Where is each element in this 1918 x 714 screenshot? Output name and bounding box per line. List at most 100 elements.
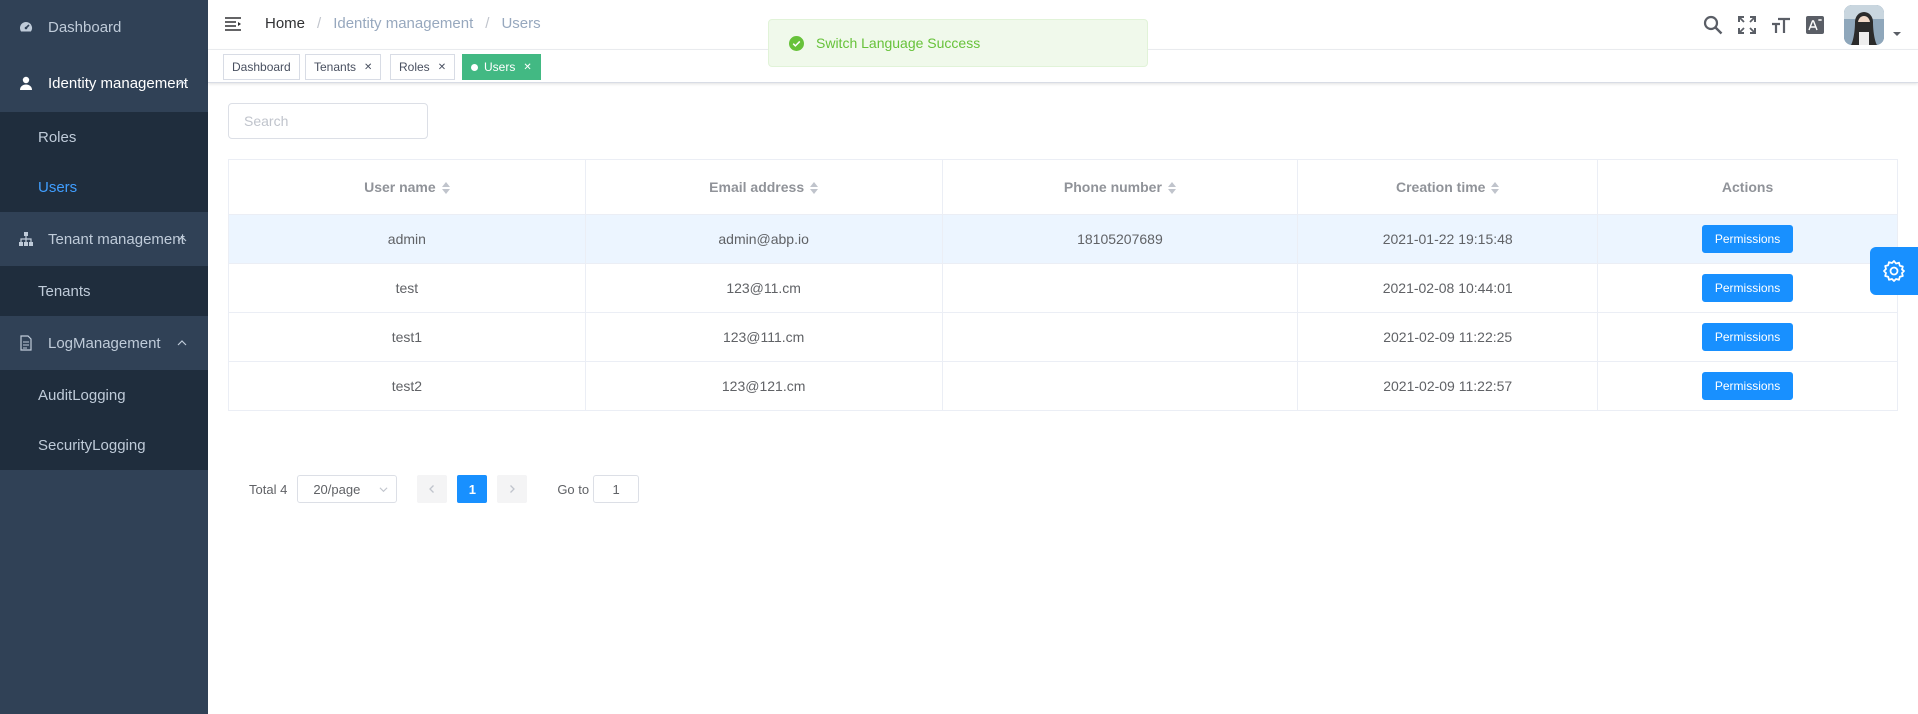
cell-email: 123@11.cm	[584, 263, 943, 313]
column-label: Phone number	[1063, 179, 1162, 195]
cell-email: 123@121.cm	[584, 361, 943, 411]
close-icon[interactable]: ✕	[364, 62, 372, 73]
font-size-icon[interactable]	[1770, 14, 1792, 36]
sidebar-item-roles[interactable]: Roles	[0, 112, 208, 162]
tag-users[interactable]: Users ✕	[462, 54, 541, 80]
breadcrumb: Home / Identity management / Users	[265, 15, 541, 32]
permissions-button[interactable]: Permissions	[1702, 372, 1794, 400]
document-icon	[18, 335, 34, 351]
sidebar-group-label: Identity management	[48, 74, 189, 92]
close-icon[interactable]: ✕	[523, 62, 531, 73]
tag-dashboard[interactable]: Dashboard	[223, 54, 300, 80]
tag-tenants[interactable]: Tenants ✕	[305, 54, 382, 80]
cell-username: test2	[228, 361, 586, 411]
sort-icon[interactable]	[1167, 182, 1176, 195]
table-header-row: User name Email address Phone number Cre…	[228, 159, 1898, 215]
cell-phone	[941, 312, 1299, 362]
toast-message: Switch Language Success	[816, 35, 981, 51]
breadcrumb-users: Users	[501, 15, 541, 32]
gear-icon	[1883, 260, 1905, 282]
sidebar-item-users[interactable]: Users	[0, 162, 208, 212]
app-root: Dashboard Identity management Roles User…	[0, 0, 1918, 714]
cell-email: admin@abp.io	[584, 214, 943, 264]
permissions-button[interactable]: Permissions	[1702, 225, 1794, 253]
sidebar-group-log[interactable]: LogManagement	[0, 316, 208, 370]
column-header-phone[interactable]: Phone number	[941, 159, 1299, 215]
translate-icon[interactable]	[1804, 14, 1826, 36]
goto-label: Go to	[557, 481, 590, 497]
chevron-left-icon	[429, 485, 435, 493]
pagination-total: Total 4	[249, 481, 288, 497]
cell-phone	[941, 361, 1299, 411]
hamburger-icon[interactable]	[224, 15, 242, 33]
caret-down-icon[interactable]	[1892, 29, 1902, 39]
sidebar-group-label: Tenant management	[48, 230, 185, 248]
cell-phone: 18105207689	[941, 214, 1299, 264]
sidebar-group-label: LogManagement	[48, 334, 161, 352]
breadcrumb-identity: Identity management	[333, 15, 474, 32]
page-size-value: 20/page	[313, 481, 361, 497]
permissions-button[interactable]: Permissions	[1702, 274, 1794, 302]
column-header-email[interactable]: Email address	[584, 159, 943, 215]
cell-created: 2021-02-08 10:44:01	[1297, 263, 1599, 313]
cell-username: test1	[228, 312, 586, 362]
submenu-tenant: Tenants	[0, 266, 208, 316]
sidebar-item-label: AuditLogging	[38, 386, 126, 404]
prev-page-button[interactable]	[417, 475, 448, 503]
sidebar-item-label: Roles	[38, 128, 77, 146]
tag-label: Roles	[399, 60, 430, 74]
right-menu	[1702, 0, 1918, 50]
dashboard-icon	[18, 19, 34, 35]
avatar[interactable]	[1844, 5, 1884, 45]
sidebar-item-label: Dashboard	[48, 18, 122, 36]
sort-icon[interactable]	[1491, 182, 1500, 195]
close-icon[interactable]: ✕	[438, 62, 446, 73]
search-input[interactable]	[228, 103, 428, 139]
breadcrumb-home[interactable]: Home	[265, 15, 305, 32]
sort-icon[interactable]	[441, 182, 450, 195]
sidebar-group-tenant[interactable]: Tenant management	[0, 212, 208, 266]
next-page-button[interactable]	[497, 475, 528, 503]
column-label: User name	[364, 179, 436, 195]
search-icon[interactable]	[1702, 14, 1724, 36]
permissions-button[interactable]: Permissions	[1702, 323, 1794, 351]
chevron-right-icon	[510, 485, 516, 493]
sidebar-group-identity[interactable]: Identity management	[0, 54, 208, 112]
sidebar-item-securitylogging[interactable]: SecurityLogging	[0, 420, 208, 470]
sidebar-item-tenants[interactable]: Tenants	[0, 266, 208, 316]
cell-username: test	[228, 263, 586, 313]
cell-created: 2021-02-09 11:22:25	[1297, 312, 1599, 362]
cell-actions: Permissions	[1597, 361, 1898, 411]
column-label: Creation time	[1395, 179, 1486, 195]
column-header-created[interactable]: Creation time	[1297, 159, 1599, 215]
sidebar-item-auditlogging[interactable]: AuditLogging	[0, 370, 208, 420]
chevron-down-icon	[379, 487, 388, 493]
cell-created: 2021-02-09 11:22:57	[1297, 361, 1599, 411]
settings-button[interactable]	[1870, 247, 1918, 295]
column-header-username[interactable]: User name	[228, 159, 586, 215]
table-row[interactable]: test 123@11.cm 2021-02-08 10:44:01 Permi…	[228, 263, 1898, 313]
table-row[interactable]: test1 123@111.cm 2021-02-09 11:22:25 Per…	[228, 312, 1898, 362]
tag-label: Users	[484, 60, 516, 74]
goto-page-input[interactable]	[593, 475, 640, 503]
cell-actions: Permissions	[1597, 312, 1898, 362]
chevron-up-icon	[177, 340, 187, 346]
submenu-identity: Roles Users	[0, 112, 208, 212]
table-row[interactable]: admin admin@abp.io 18105207689 2021-01-2…	[228, 214, 1898, 264]
fullscreen-icon[interactable]	[1736, 14, 1758, 36]
page-number-button[interactable]: 1	[457, 475, 488, 503]
tag-roles[interactable]: Roles ✕	[390, 54, 456, 80]
cell-username: admin	[228, 214, 586, 264]
cell-email: 123@111.cm	[584, 312, 943, 362]
breadcrumb-separator: /	[485, 15, 490, 32]
sidebar-item-dashboard[interactable]: Dashboard	[0, 0, 208, 54]
sidebar-item-label: Users	[38, 178, 78, 196]
tree-icon	[18, 231, 34, 247]
tag-label: Tenants	[314, 60, 357, 74]
chevron-up-icon	[177, 236, 187, 242]
column-header-actions: Actions	[1597, 159, 1898, 215]
success-icon	[789, 35, 804, 51]
table-row[interactable]: test2 123@121.cm 2021-02-09 11:22:57 Per…	[228, 361, 1898, 411]
page-size-select[interactable]: 20/page	[297, 475, 398, 503]
sort-icon[interactable]	[810, 182, 819, 195]
